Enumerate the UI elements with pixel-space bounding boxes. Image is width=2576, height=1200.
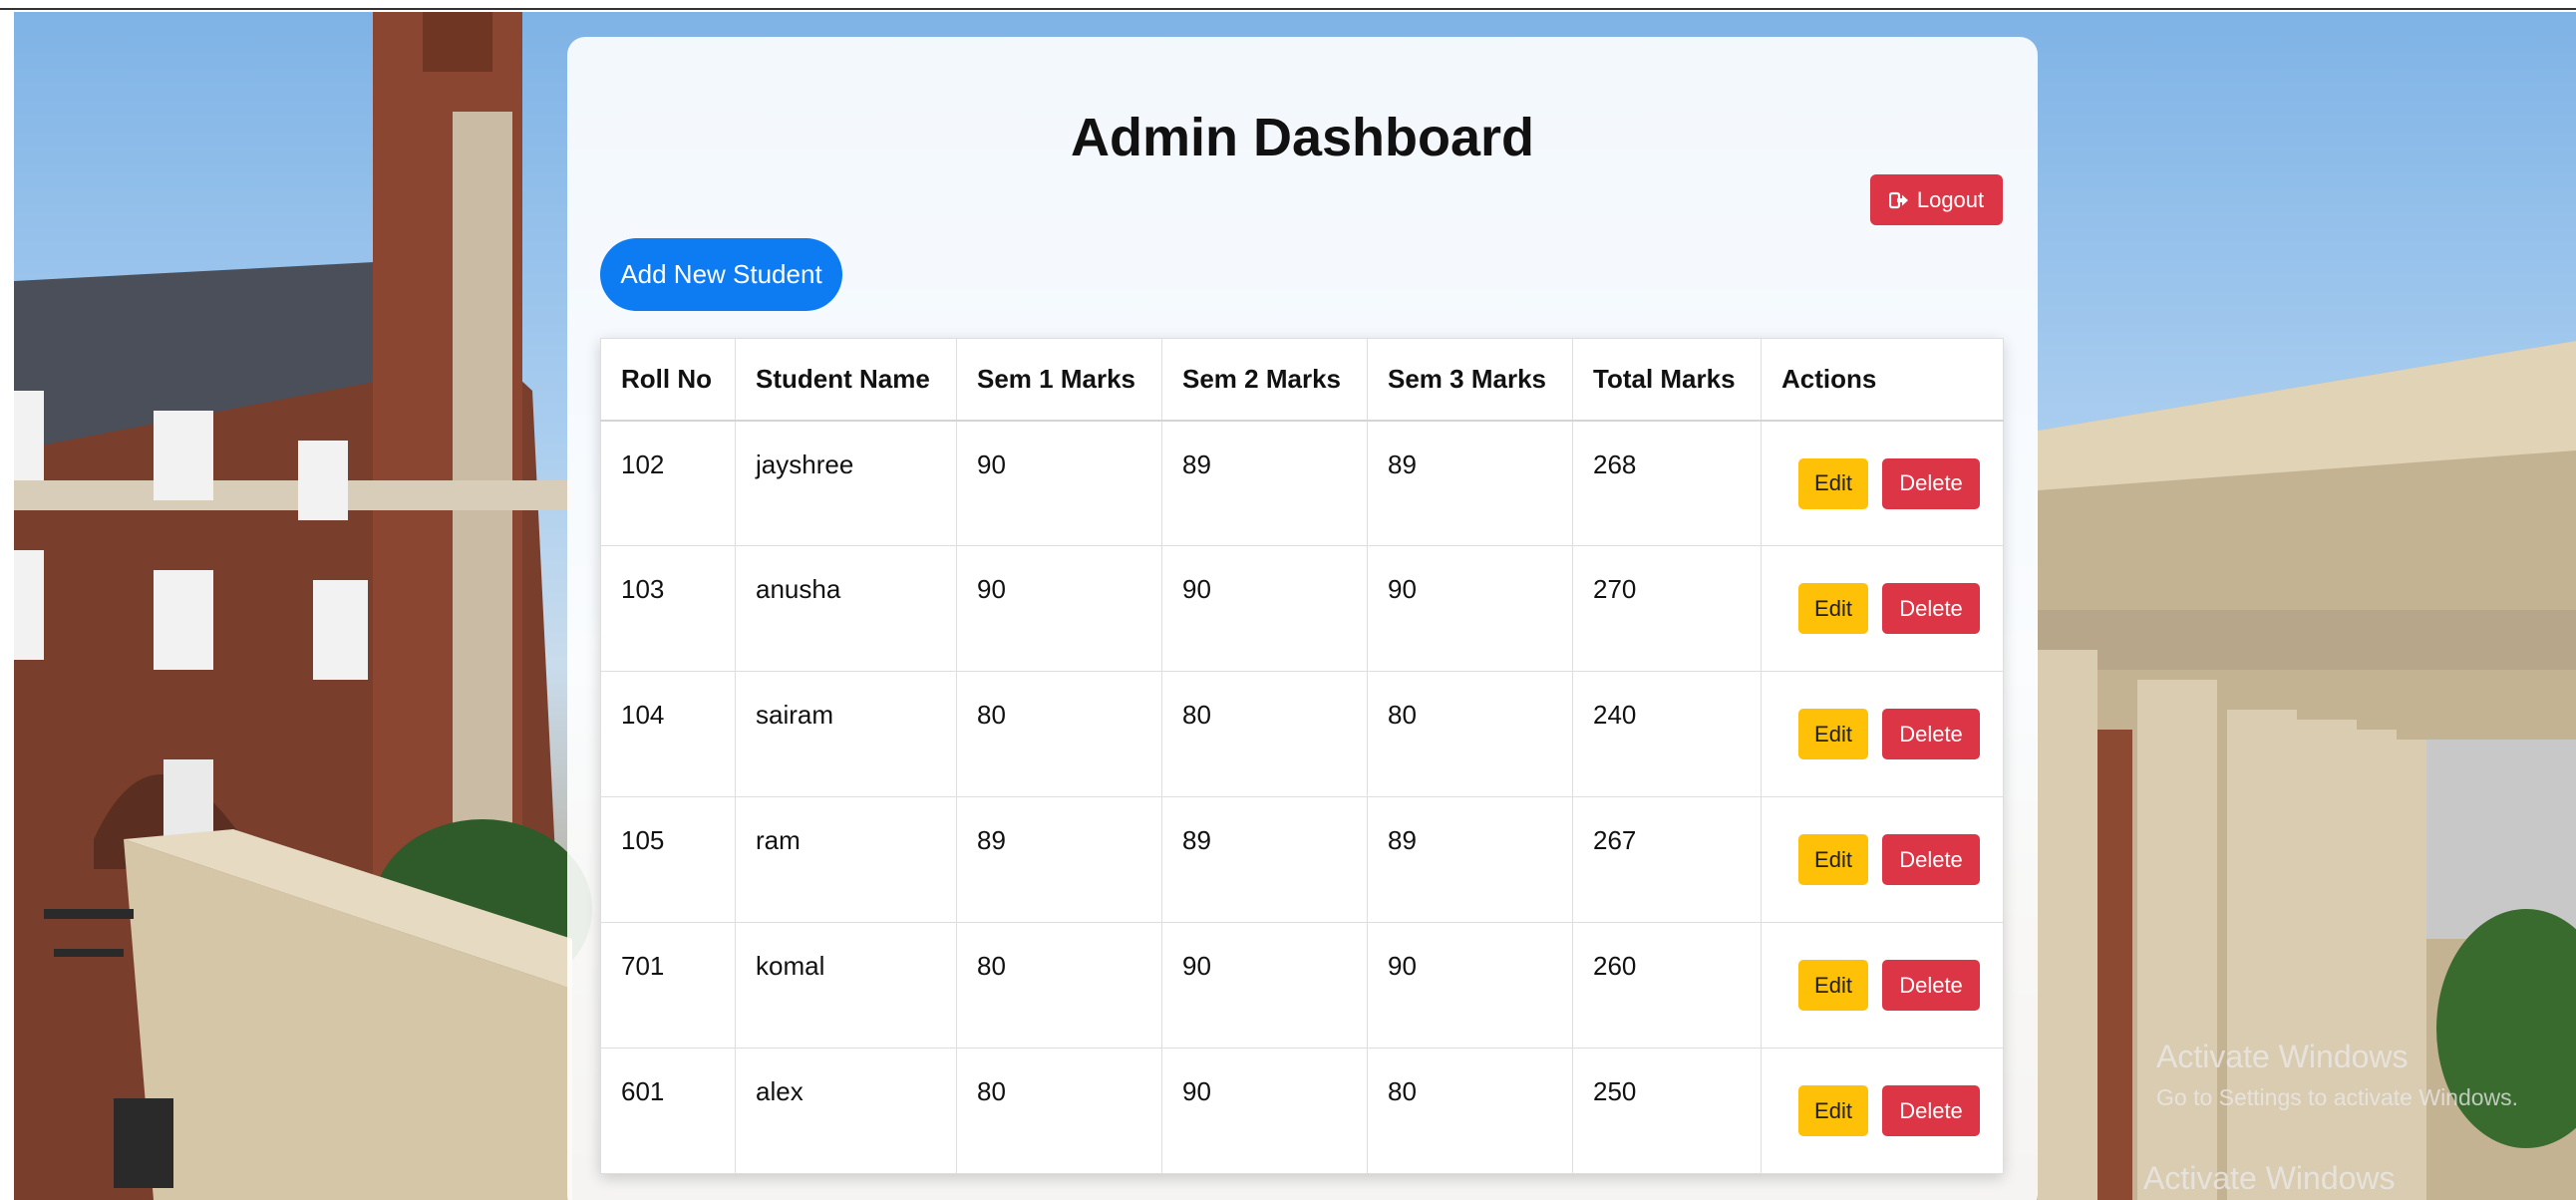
- cell-sem3: 80: [1367, 1048, 1573, 1174]
- cell-actions: Edit Delete: [1761, 545, 2004, 672]
- table-row: 105 ram 89 89 89 267 Edit Delete: [600, 796, 2004, 923]
- cell-student-name: anusha: [735, 545, 957, 672]
- logout-button[interactable]: Logout: [1870, 174, 2003, 225]
- edit-button[interactable]: Edit: [1798, 834, 1868, 885]
- cell-sem2: 90: [1161, 922, 1368, 1049]
- dashboard-panel: Admin Dashboard Logout Add New Student R…: [567, 37, 2038, 1200]
- cell-total: 260: [1572, 922, 1762, 1049]
- delete-button[interactable]: Delete: [1882, 834, 1980, 885]
- cell-sem2: 90: [1161, 1048, 1368, 1174]
- cell-student-name: alex: [735, 1048, 957, 1174]
- cell-sem2: 89: [1161, 420, 1368, 546]
- edit-button[interactable]: Edit: [1798, 709, 1868, 759]
- column-header-sem2: Sem 2 Marks: [1161, 338, 1368, 422]
- column-header-actions: Actions: [1761, 338, 2004, 422]
- column-header-total: Total Marks: [1572, 338, 1762, 422]
- cell-roll-no: 103: [600, 545, 736, 672]
- cell-sem2: 90: [1161, 545, 1368, 672]
- table-row: 103 anusha 90 90 90 270 Edit Delete: [600, 545, 2004, 672]
- cell-sem3: 89: [1367, 796, 1573, 923]
- cell-sem3: 90: [1367, 922, 1573, 1049]
- activate-windows-subtitle: Go to Settings to activate Windows.: [2156, 1084, 2519, 1110]
- column-header-roll-no: Roll No: [600, 338, 736, 422]
- students-table: Roll No Student Name Sem 1 Marks Sem 2 M…: [600, 338, 2004, 1174]
- cell-sem1: 80: [956, 671, 1162, 797]
- cell-total: 240: [1572, 671, 1762, 797]
- cell-sem3: 89: [1367, 420, 1573, 546]
- cell-student-name: ram: [735, 796, 957, 923]
- delete-button[interactable]: Delete: [1882, 709, 1980, 759]
- delete-button[interactable]: Delete: [1882, 583, 1980, 634]
- cell-roll-no: 105: [600, 796, 736, 923]
- cell-sem2: 80: [1161, 671, 1368, 797]
- cell-sem1: 89: [956, 796, 1162, 923]
- activate-windows-title: Activate Windows: [2156, 1039, 2409, 1074]
- table-row: 104 sairam 80 80 80 240 Edit Delete: [600, 671, 2004, 797]
- window-top-border: [0, 0, 2576, 10]
- cell-roll-no: 701: [600, 922, 736, 1049]
- cell-sem2: 89: [1161, 796, 1368, 923]
- cell-student-name: sairam: [735, 671, 957, 797]
- table-header-row: Roll No Student Name Sem 1 Marks Sem 2 M…: [600, 338, 2004, 422]
- cell-sem1: 90: [956, 420, 1162, 546]
- cell-total: 270: [1572, 545, 1762, 672]
- cell-student-name: jayshree: [735, 420, 957, 546]
- cell-actions: Edit Delete: [1761, 671, 2004, 797]
- cell-sem3: 80: [1367, 671, 1573, 797]
- cell-actions: Edit Delete: [1761, 922, 2004, 1049]
- cell-total: 268: [1572, 420, 1762, 546]
- cell-actions: Edit Delete: [1761, 796, 2004, 923]
- cell-total: 250: [1572, 1048, 1762, 1174]
- column-header-sem1: Sem 1 Marks: [956, 338, 1162, 422]
- cell-total: 267: [1572, 796, 1762, 923]
- table-row: 701 komal 80 90 90 260 Edit Delete: [600, 922, 2004, 1049]
- cell-sem1: 80: [956, 922, 1162, 1049]
- column-header-student-name: Student Name: [735, 338, 957, 422]
- edit-button[interactable]: Edit: [1798, 457, 1868, 509]
- logout-label: Logout: [1916, 186, 1985, 212]
- edit-button[interactable]: Edit: [1798, 1085, 1868, 1136]
- cell-actions: Edit Delete: [1761, 1048, 2004, 1174]
- add-new-student-button[interactable]: Add New Student: [600, 238, 842, 311]
- delete-button[interactable]: Delete: [1882, 960, 1980, 1011]
- cell-sem3: 90: [1367, 545, 1573, 672]
- page-title: Admin Dashboard: [1070, 108, 1535, 167]
- cell-roll-no: 601: [600, 1048, 736, 1174]
- edit-button[interactable]: Edit: [1798, 960, 1868, 1011]
- table-row: 601 alex 80 90 80 250 Edit Delete: [600, 1048, 2004, 1174]
- logout-icon: [1888, 191, 1908, 208]
- cell-roll-no: 104: [600, 671, 736, 797]
- cell-roll-no: 102: [600, 420, 736, 546]
- cell-sem1: 80: [956, 1048, 1162, 1174]
- table-row: 102 jayshree 90 89 89 268 Edit Delete: [600, 420, 2004, 546]
- cell-student-name: komal: [735, 922, 957, 1049]
- cell-actions: Edit Delete: [1761, 420, 2004, 546]
- delete-button[interactable]: Delete: [1882, 457, 1980, 509]
- edit-button[interactable]: Edit: [1798, 583, 1868, 634]
- delete-button[interactable]: Delete: [1882, 1085, 1980, 1136]
- activate-windows-title-duplicate: Activate Windows: [2143, 1160, 2396, 1196]
- column-header-sem3: Sem 3 Marks: [1367, 338, 1573, 422]
- cell-sem1: 90: [956, 545, 1162, 672]
